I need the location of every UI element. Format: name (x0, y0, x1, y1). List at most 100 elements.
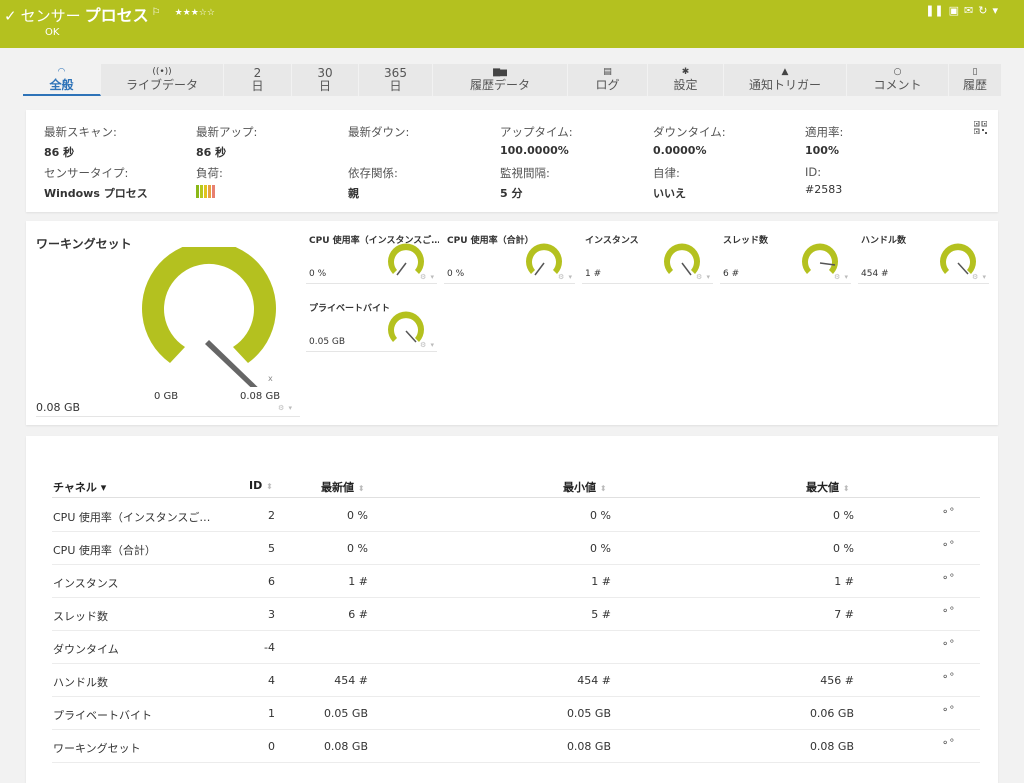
mail-icon[interactable]: ✉ (964, 4, 973, 17)
pause-icon[interactable]: ❚❚ (925, 4, 943, 17)
channel-settings-icon[interactable]: ⚬° (941, 705, 954, 716)
channel-name[interactable]: ダウンタイム (53, 641, 223, 657)
channel-settings-icon[interactable]: ⚬° (941, 573, 954, 584)
column-header-min-value[interactable]: 最小値 ⬍ (563, 479, 607, 495)
table-row[interactable]: ダウンタイム -4 ⚬° (52, 631, 980, 664)
status-check-icon: ✓ (4, 7, 17, 25)
mini-gauge-value: 0 % (447, 269, 465, 279)
tab-label: コメント (873, 78, 922, 92)
tab-historic-data[interactable]: ▆▅ 履歴データ (433, 64, 568, 96)
tab-notification-triggers[interactable]: ▲ 通知トリガー (724, 64, 847, 96)
sort-icon: ⬍ (842, 484, 850, 493)
mini-gauge-dial (388, 311, 424, 343)
channel-last-value: 1 # (348, 575, 368, 588)
channel-name[interactable]: インスタンス (53, 575, 223, 591)
tab-live-data[interactable]: ((•)) ライブデータ (101, 64, 224, 96)
channel-max-value: 7 # (834, 608, 854, 621)
tab-overview[interactable]: ◠ 全般 (23, 64, 101, 96)
header-toolbar: ❚❚ ▣ ✉ ↻ ▾ (925, 4, 998, 17)
table-row[interactable]: インスタンス 6 1 # 1 # 1 # ⚬° (52, 565, 980, 598)
channel-id: 3 (268, 608, 275, 621)
info-value: いいえ (653, 187, 686, 200)
table-row[interactable]: スレッド数 3 6 # 5 # 7 # ⚬° (52, 598, 980, 631)
channel-settings-icon[interactable]: ⚬° (941, 507, 954, 518)
table-row[interactable]: ワーキングセット 0 0.08 GB 0.08 GB 0.08 GB ⚬° (52, 730, 980, 763)
channel-max-value: 0.08 GB (809, 740, 854, 753)
channel-id: 5 (268, 542, 275, 555)
report-icon[interactable]: ▣ (949, 4, 959, 17)
column-header-max-value[interactable]: 最大値 ⬍ (806, 479, 850, 495)
channel-max-value: 0 % (833, 509, 854, 522)
info-label: 自律: (653, 166, 680, 180)
svg-text:x: x (268, 374, 273, 383)
channel-name[interactable]: ワーキングセット (53, 740, 223, 756)
info-label: 最新スキャン: (44, 125, 117, 139)
tab-comments[interactable]: ○ コメント (847, 64, 949, 96)
channel-name[interactable]: プライベートバイト (53, 707, 223, 723)
area-chart-icon: ▆▅ (493, 67, 507, 77)
tab-label: 日 (318, 79, 331, 93)
column-header-id[interactable]: ID ⬍ (249, 479, 273, 492)
info-label: 負荷: (196, 166, 223, 180)
channel-id: 6 (268, 575, 275, 588)
info-autonomous: 自律: いいえ (653, 165, 686, 201)
tab-history[interactable]: ▯ 履歴 (949, 64, 1001, 96)
channel-min-value: 1 # (591, 575, 611, 588)
info-value[interactable]: 親 (348, 185, 398, 201)
qr-code-icon[interactable] (974, 121, 987, 134)
info-interval: 監視間隔: 5 分 (500, 165, 550, 201)
info-dependency: 依存関係: 親 (348, 165, 398, 201)
tab-label: 日 (251, 79, 264, 93)
column-header-label: ID (249, 479, 263, 492)
channel-settings-icon[interactable]: ⚬° (941, 639, 954, 650)
priority-stars[interactable]: ★★★☆☆ (175, 8, 215, 18)
table-row[interactable]: ハンドル数 4 454 # 454 # 456 # ⚬° (52, 664, 980, 697)
mini-gauge-cpu-total: CPU 使用率（合計） 0 % ⚙ ▾ (444, 221, 575, 284)
tab-log[interactable]: ▤ ログ (568, 64, 648, 96)
column-header-last-value[interactable]: 最新値 ⬍ (321, 479, 365, 495)
gauge-settings-icon[interactable]: ⚙ ▾ (834, 273, 849, 281)
tab-label: 履歴データ (469, 78, 530, 92)
gauge-settings-icon[interactable]: ⚙ ▾ (972, 273, 987, 281)
table-row[interactable]: CPU 使用率（合計） 5 0 % 0 % 0 % ⚬° (52, 532, 980, 565)
chevron-down-icon[interactable]: ▾ (992, 4, 998, 17)
mini-gauge-instances: インスタンス 1 # ⚙ ▾ (582, 221, 713, 284)
channel-name[interactable]: スレッド数 (53, 608, 223, 624)
tab-2-days[interactable]: 2 日 (224, 64, 292, 96)
channel-name[interactable]: CPU 使用率（インスタンスご… (53, 509, 223, 525)
mini-gauge-value: 454 # (861, 269, 889, 279)
info-load: 負荷: (196, 165, 223, 198)
channel-id: 0 (268, 740, 275, 753)
channel-settings-icon[interactable]: ⚬° (941, 606, 954, 617)
gauge-settings-icon[interactable]: ⚙ ▾ (420, 341, 435, 349)
tab-settings[interactable]: ✱ 設定 (648, 64, 724, 96)
table-row[interactable]: CPU 使用率（インスタンスご… 2 0 % 0 % 0 % ⚬° (52, 499, 980, 532)
working-set-min: 0 GB (154, 391, 179, 402)
channel-name[interactable]: ハンドル数 (53, 674, 223, 690)
table-row[interactable]: プライベートバイト 1 0.05 GB 0.05 GB 0.06 GB ⚬° (52, 697, 980, 730)
mini-gauge-threads: スレッド数 6 # ⚙ ▾ (720, 221, 851, 284)
info-label: 監視間隔: (500, 166, 550, 180)
tab-30-days[interactable]: 30 日 (292, 64, 359, 96)
info-label: アップタイム: (500, 125, 573, 139)
info-value: 5 分 (500, 187, 523, 200)
flag-icon[interactable]: ⚐ (152, 7, 161, 18)
channel-name[interactable]: CPU 使用率（合計） (53, 542, 223, 558)
mini-gauge-dial (940, 243, 976, 275)
info-value: 86 秒 (44, 146, 75, 159)
gauge-settings-icon[interactable]: ⚙ ▾ (420, 273, 435, 281)
status-text: OK (45, 27, 60, 38)
info-label: ID: (805, 165, 822, 179)
refresh-icon[interactable]: ↻ (978, 4, 987, 17)
column-header-channel[interactable]: チャネル ▾ (53, 479, 106, 495)
sort-icon: ⬍ (599, 484, 607, 493)
info-value: 100.0000% (500, 144, 569, 157)
title-prefix: センサー (20, 7, 81, 25)
tab-365-days[interactable]: 365 日 (359, 64, 433, 96)
channel-settings-icon[interactable]: ⚬° (941, 672, 954, 683)
channel-settings-icon[interactable]: ⚬° (941, 540, 954, 551)
gauge-settings-icon[interactable]: ⚙ ▾ (696, 273, 711, 281)
channel-settings-icon[interactable]: ⚬° (941, 738, 954, 749)
gauge-settings-icon[interactable]: ⚙ ▾ (278, 404, 293, 412)
gauge-settings-icon[interactable]: ⚙ ▾ (558, 273, 573, 281)
